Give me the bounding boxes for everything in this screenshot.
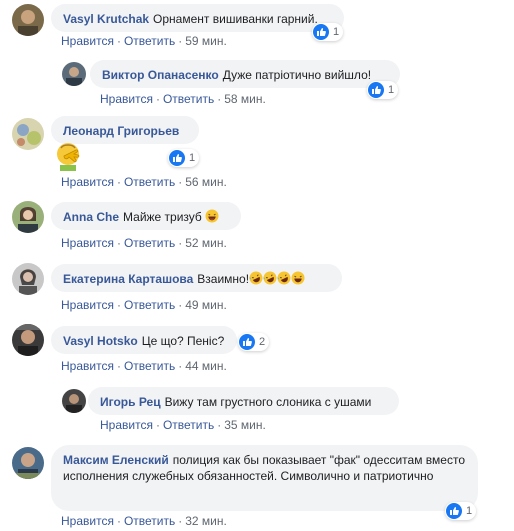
separator: ·: [155, 418, 160, 432]
comment-actions: Нравится · Ответить · 59 мин.: [61, 34, 227, 48]
reaction-number: 1: [189, 152, 196, 164]
comment-actions: Нравится · Ответить · 44 мин.: [61, 359, 227, 373]
face-palm-emoji: [52, 139, 84, 174]
separator: ·: [116, 359, 121, 373]
reply-link[interactable]: Ответить: [124, 514, 175, 528]
author-name[interactable]: Виктор Опанасенко: [102, 68, 219, 82]
author-name[interactable]: Леонард Григорьев: [63, 124, 179, 138]
timestamp[interactable]: 58 мин.: [224, 92, 266, 106]
reply-link[interactable]: Ответить: [124, 175, 175, 189]
comment-actions: Нравится · Ответить · 56 мин.: [61, 175, 227, 189]
comment-text: Дуже патріотично вийшло!: [222, 68, 372, 82]
rofl-emoji: [263, 271, 277, 286]
comment-bubble: Максим Еленский полиция как бы показывает…: [51, 445, 478, 511]
like-link[interactable]: Нравится: [100, 92, 153, 106]
separator: ·: [155, 92, 160, 106]
separator: ·: [178, 34, 183, 48]
comment-text: Взаимно!: [197, 272, 250, 286]
separator: ·: [116, 34, 121, 48]
avatar[interactable]: [62, 389, 86, 413]
rofl-emoji: [277, 271, 291, 286]
reaction-number: 1: [333, 26, 340, 38]
reaction-number: 1: [388, 84, 395, 96]
like-icon: [368, 82, 384, 98]
author-name[interactable]: Екатерина Карташова: [63, 272, 193, 286]
comment-actions: Нравится · Ответить · 49 мин.: [61, 298, 227, 312]
reaction-count[interactable]: 1: [367, 81, 399, 99]
laughing-emoji: [291, 271, 305, 286]
separator: ·: [178, 175, 183, 189]
reaction-count[interactable]: 2: [238, 333, 270, 351]
comment-text: Майже тризуб: [123, 210, 202, 224]
separator: ·: [116, 175, 121, 189]
reply-link[interactable]: Ответить: [163, 92, 214, 106]
author-name[interactable]: Vasyl Krutchak: [63, 12, 149, 26]
avatar[interactable]: [12, 201, 44, 233]
like-icon: [169, 150, 185, 166]
reaction-count[interactable]: 1: [445, 502, 477, 520]
separator: ·: [178, 359, 183, 373]
reply-link[interactable]: Ответить: [124, 236, 175, 250]
like-icon: [446, 503, 462, 519]
reply-link[interactable]: Ответить: [163, 418, 214, 432]
avatar[interactable]: [62, 62, 86, 86]
comment-bubble: Anna Che Майже тризуб: [51, 202, 241, 230]
separator: ·: [178, 298, 183, 312]
rofl-emoji: [249, 271, 263, 286]
reaction-number: 2: [259, 336, 266, 348]
author-name[interactable]: Vasyl Hotsko: [63, 334, 138, 348]
comment-actions: Нравится · Ответить · 58 мин.: [100, 92, 266, 106]
like-link[interactable]: Нравится: [61, 359, 114, 373]
separator: ·: [116, 514, 121, 528]
comment-actions: Нравится · Ответить · 32 мин.: [61, 514, 227, 528]
like-link[interactable]: Нравится: [61, 514, 114, 528]
reply-link[interactable]: Ответить: [124, 298, 175, 312]
comment-text: Це що? Пеніс?: [141, 334, 225, 348]
comment-bubble: Игорь Рец Вижу там грустного слоника с уш…: [88, 387, 399, 415]
timestamp[interactable]: 56 мин.: [185, 175, 227, 189]
timestamp[interactable]: 44 мин.: [185, 359, 227, 373]
separator: ·: [178, 236, 183, 250]
separator: ·: [217, 92, 222, 106]
comment-bubble: Екатерина Карташова Взаимно!: [51, 264, 342, 292]
reaction-number: 1: [466, 505, 473, 517]
author-name[interactable]: Игорь Рец: [100, 395, 161, 409]
author-name[interactable]: Anna Che: [63, 210, 119, 224]
reply-link[interactable]: Ответить: [124, 34, 175, 48]
like-link[interactable]: Нравится: [61, 175, 114, 189]
comment-bubble: Виктор Опанасенко Дуже патріотично вийшло…: [90, 60, 400, 88]
comment-text: Орнамент вишиванки гарний.: [153, 12, 318, 26]
like-link[interactable]: Нравится: [100, 418, 153, 432]
author-name[interactable]: Максим Еленский: [63, 453, 169, 467]
like-link[interactable]: Нравится: [61, 34, 114, 48]
separator: ·: [217, 418, 222, 432]
avatar[interactable]: [12, 324, 44, 356]
avatar[interactable]: [12, 263, 44, 295]
comment-text: Вижу там грустного слоника с ушами: [164, 395, 372, 409]
comment-bubble: Vasyl Hotsko Це що? Пеніс?: [51, 326, 237, 354]
separator: ·: [116, 236, 121, 250]
separator: ·: [116, 298, 121, 312]
comment-actions: Нравится · Ответить · 35 мин.: [100, 418, 266, 432]
avatar[interactable]: [12, 4, 44, 36]
like-link[interactable]: Нравится: [61, 298, 114, 312]
like-icon: [239, 334, 255, 350]
timestamp[interactable]: 35 мин.: [224, 418, 266, 432]
reply-link[interactable]: Ответить: [124, 359, 175, 373]
reaction-count[interactable]: 1: [168, 149, 200, 167]
timestamp[interactable]: 49 мин.: [185, 298, 227, 312]
timestamp[interactable]: 32 мин.: [185, 514, 227, 528]
laughing-emoji: [205, 209, 219, 224]
like-link[interactable]: Нравится: [61, 236, 114, 250]
comment-actions: Нравится · Ответить · 52 мин.: [61, 236, 227, 250]
reaction-count[interactable]: 1: [312, 23, 344, 41]
timestamp[interactable]: 52 мин.: [185, 236, 227, 250]
separator: ·: [178, 514, 183, 528]
like-icon: [313, 24, 329, 40]
avatar[interactable]: [12, 118, 44, 150]
comment-bubble: Vasyl Krutchak Орнамент вишиванки гарний.: [51, 4, 344, 32]
timestamp[interactable]: 59 мин.: [185, 34, 227, 48]
avatar[interactable]: [12, 447, 44, 479]
